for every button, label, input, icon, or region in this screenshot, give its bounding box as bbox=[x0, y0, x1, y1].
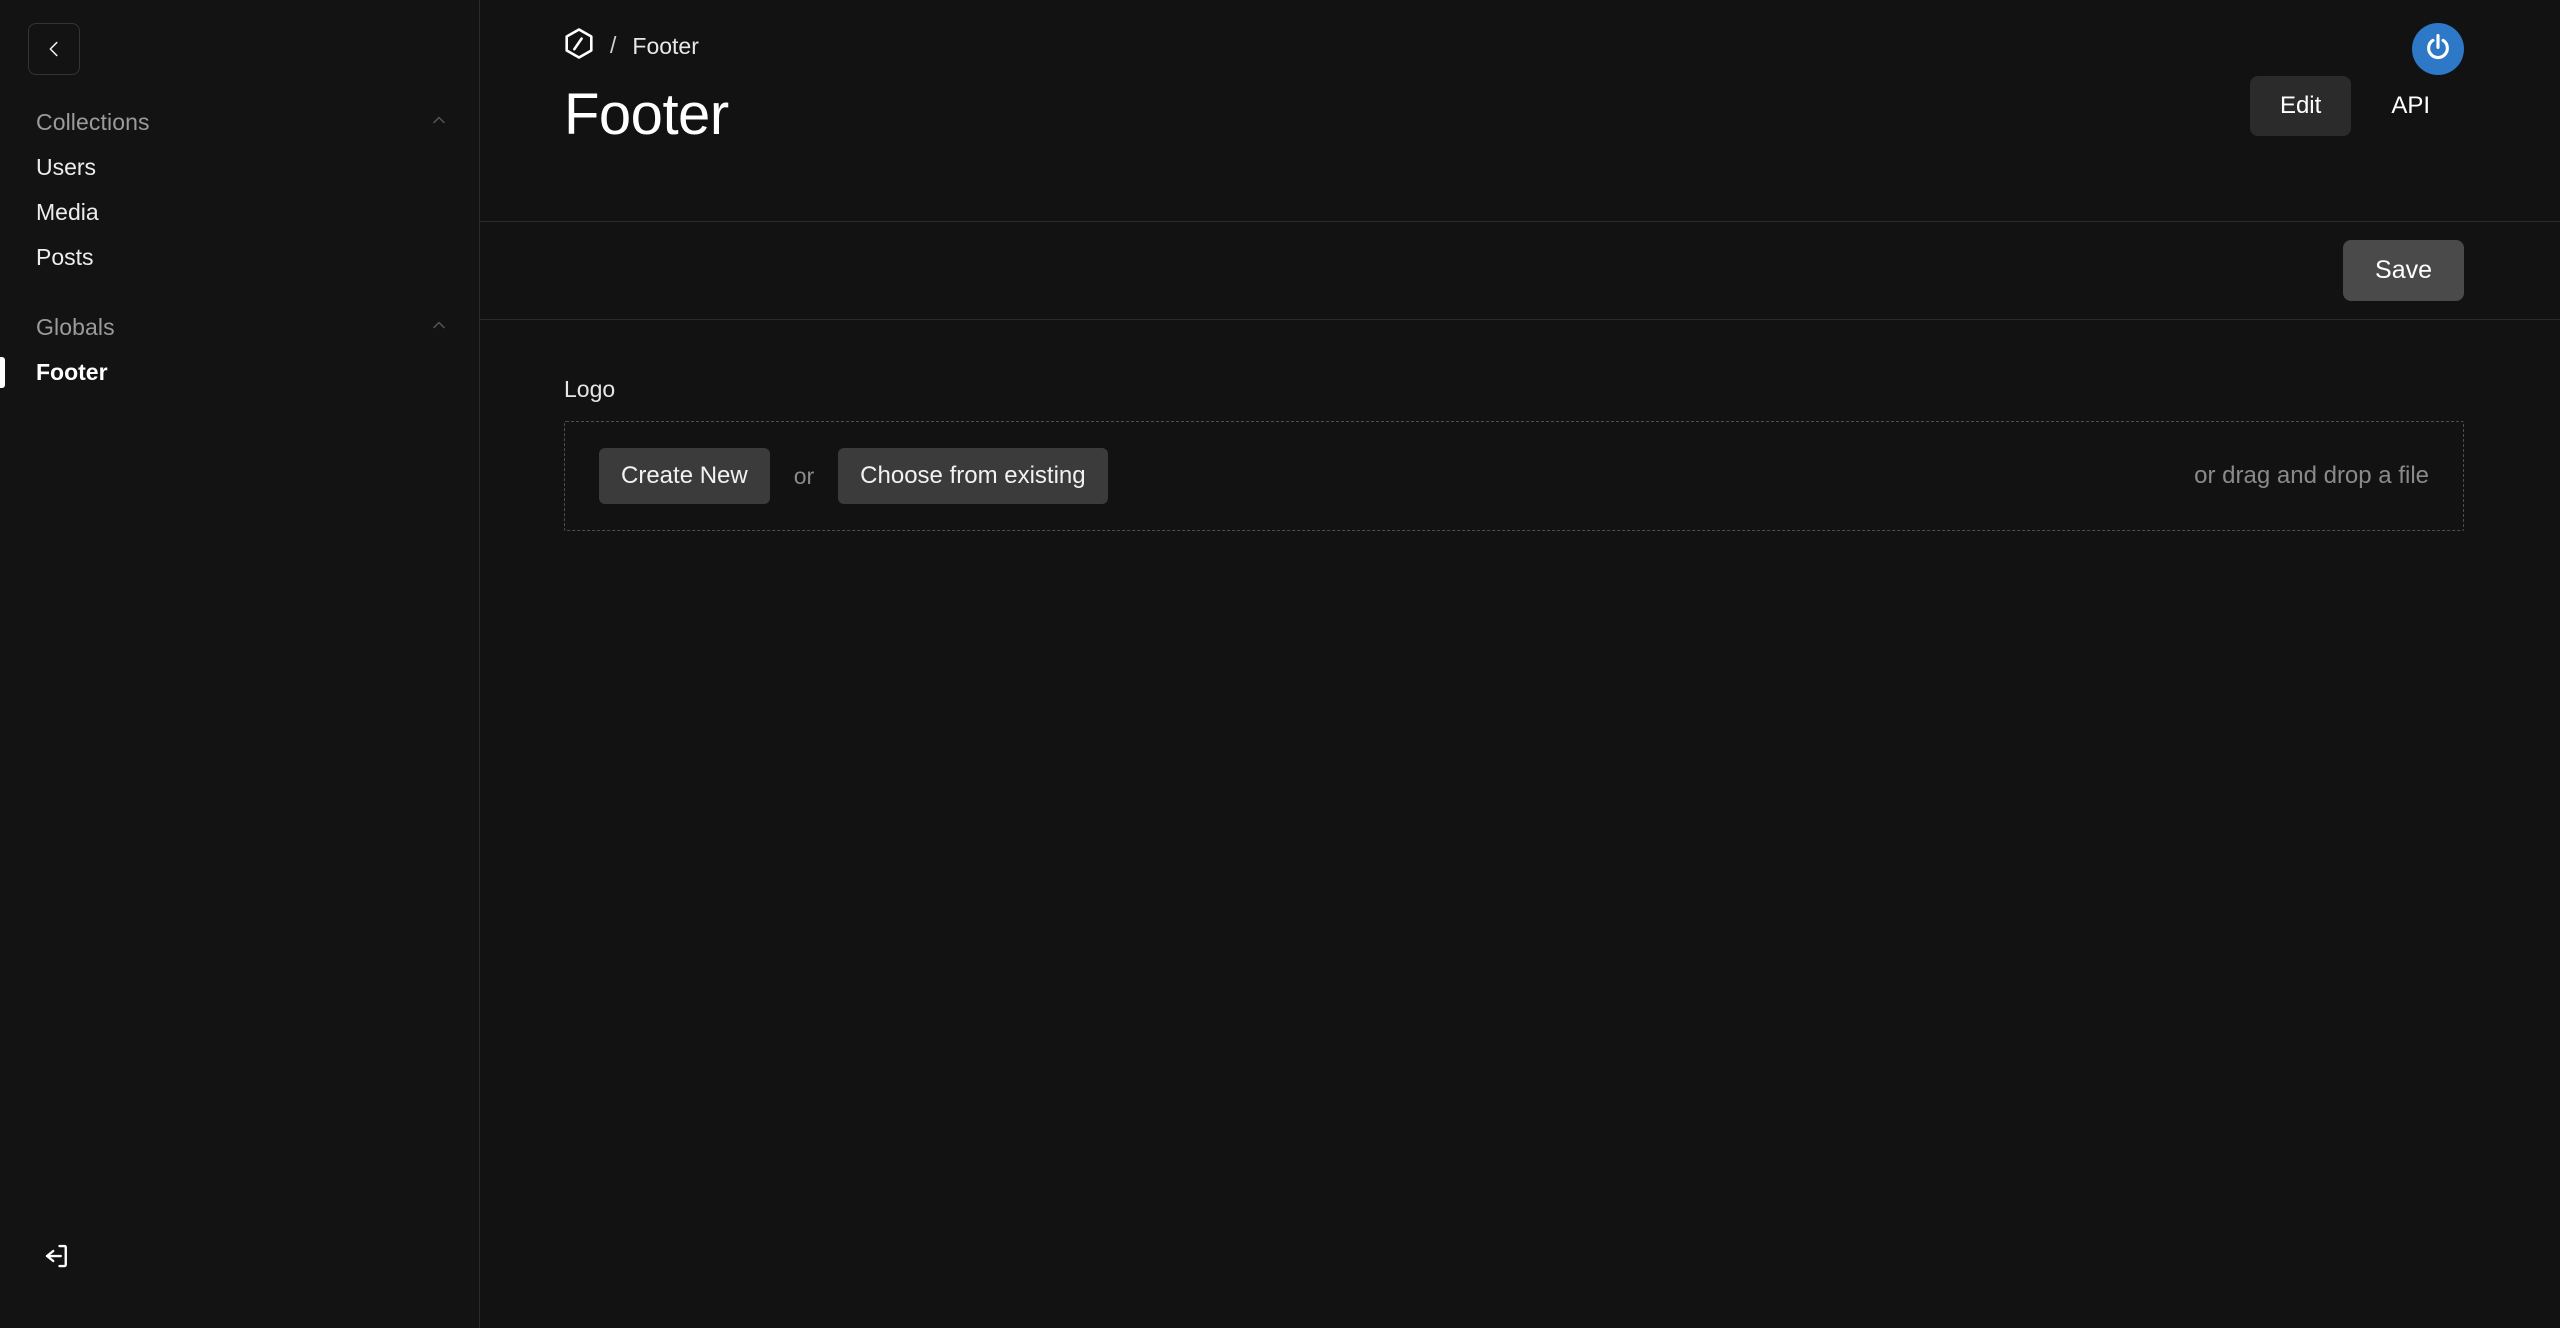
field-label-logo: Logo bbox=[564, 376, 616, 402]
sidebar-item-label: Posts bbox=[36, 244, 94, 270]
nav-group-title-collections: Collections bbox=[36, 108, 150, 135]
drag-and-drop-hint: or drag and drop a file bbox=[2194, 462, 2429, 489]
sidebar-footer bbox=[0, 1235, 479, 1328]
view-tabs: Edit API bbox=[2249, 76, 2460, 136]
logout-icon bbox=[42, 1241, 72, 1274]
page-title: Footer bbox=[564, 82, 729, 147]
main-content: / Footer Footer Edit API Save Logo Creat… bbox=[480, 0, 2560, 1328]
chevron-up-icon[interactable] bbox=[429, 315, 449, 340]
admin-app: Collections Users Media Posts Globals Fo… bbox=[0, 0, 2560, 1328]
title-row: Footer Edit API bbox=[564, 62, 2460, 144]
sidebar-item-footer[interactable]: Footer bbox=[0, 350, 479, 395]
upload-actions: Create New or Choose from existing bbox=[599, 448, 1108, 504]
sidebar-item-label: Media bbox=[36, 199, 99, 225]
breadcrumb: / Footer bbox=[564, 0, 2460, 62]
nav-group-collections: Collections Users Media Posts bbox=[0, 99, 479, 280]
sidebar-item-label: Users bbox=[36, 154, 97, 180]
choose-from-existing-button[interactable]: Choose from existing bbox=[838, 448, 1108, 504]
sidebar-item-media[interactable]: Media bbox=[0, 190, 479, 235]
nav-group-header-globals[interactable]: Globals bbox=[0, 304, 479, 350]
breadcrumb-current[interactable]: Footer bbox=[632, 33, 698, 60]
sidebar-item-users[interactable]: Users bbox=[0, 145, 479, 190]
field-logo: Logo Create New or Choose from existing … bbox=[564, 376, 2464, 531]
chevron-up-icon[interactable] bbox=[429, 110, 449, 135]
nav-group-header-collections[interactable]: Collections bbox=[0, 99, 479, 145]
document-form: Logo Create New or Choose from existing … bbox=[480, 320, 2560, 1328]
sidebar: Collections Users Media Posts Globals Fo… bbox=[0, 0, 480, 1328]
nav-group-title-globals: Globals bbox=[36, 313, 115, 340]
breadcrumb-separator: / bbox=[610, 31, 617, 58]
gravatar-power-icon bbox=[2421, 31, 2455, 68]
sidebar-item-label: Footer bbox=[36, 359, 108, 385]
document-actions-bar: Save bbox=[480, 222, 2560, 320]
create-new-button[interactable]: Create New bbox=[599, 448, 770, 504]
logout-button[interactable] bbox=[36, 1235, 78, 1280]
upload-dropzone-logo[interactable]: Create New or Choose from existing or dr… bbox=[564, 421, 2464, 531]
upload-or-label: or bbox=[793, 462, 815, 489]
tab-edit[interactable]: Edit bbox=[2249, 76, 2352, 136]
tab-api[interactable]: API bbox=[2361, 76, 2460, 136]
chevron-left-icon bbox=[43, 38, 65, 60]
payload-logo-icon[interactable] bbox=[564, 27, 594, 65]
account-avatar-button[interactable] bbox=[2412, 23, 2464, 75]
save-button[interactable]: Save bbox=[2343, 240, 2464, 301]
page-header: / Footer Footer Edit API bbox=[480, 0, 2560, 222]
sidebar-item-posts[interactable]: Posts bbox=[0, 235, 479, 280]
nav-group-globals: Globals Footer bbox=[0, 304, 479, 395]
sidebar-collapse-button[interactable] bbox=[28, 23, 80, 75]
